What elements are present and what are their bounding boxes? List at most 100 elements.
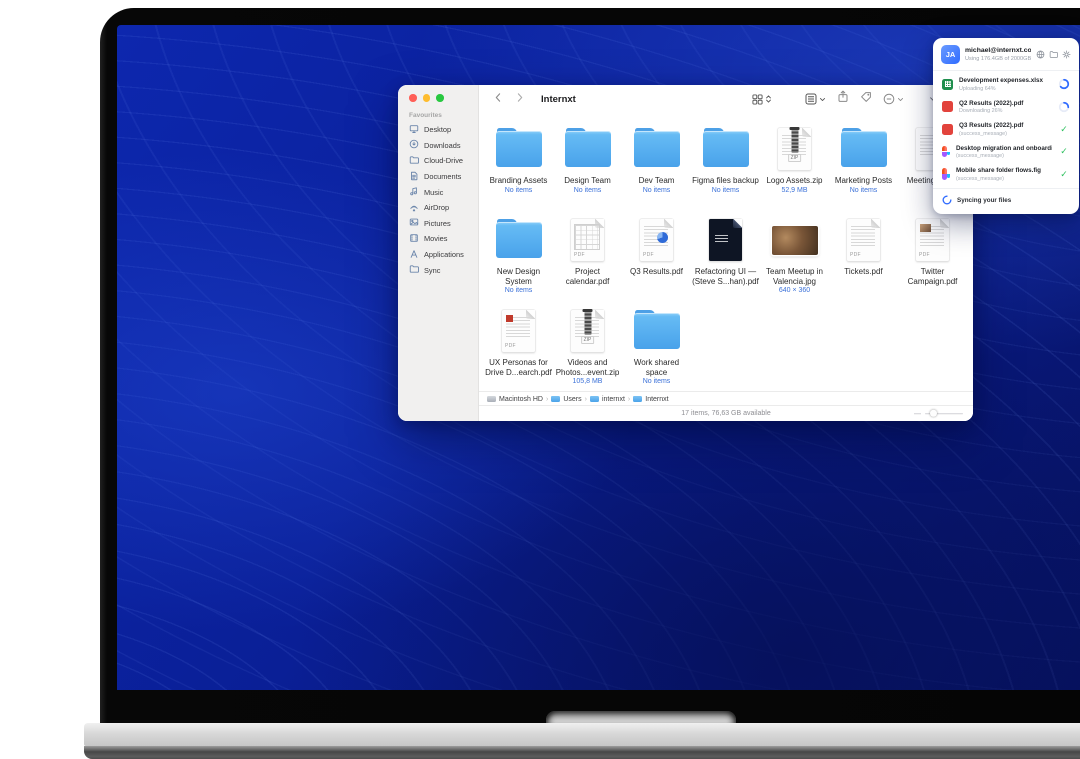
file-item[interactable]: PDF Twitter Campaign.pdf bbox=[898, 216, 967, 307]
sidebar-item-airdrop[interactable]: AirDrop bbox=[398, 200, 478, 216]
sync-spinner-icon bbox=[942, 195, 952, 207]
pdf-file-icon: PDF bbox=[916, 219, 949, 261]
laptop-deck-edge bbox=[84, 746, 1080, 759]
file-item[interactable]: PDFProject calendar.pdf bbox=[553, 216, 622, 307]
sidebar-item-label: Applications bbox=[424, 250, 464, 259]
folder-icon[interactable] bbox=[1049, 46, 1058, 64]
sidebar-item-label: Cloud-Drive bbox=[424, 156, 463, 165]
share-icon[interactable] bbox=[837, 90, 849, 108]
file-name: Team Meetup in Valencia.jpg bbox=[761, 267, 829, 286]
image-thumbnail bbox=[772, 226, 818, 255]
fig-file-icon bbox=[942, 168, 950, 180]
file-item[interactable]: New Design SystemNo items bbox=[484, 216, 553, 307]
chevron-right-icon: › bbox=[546, 396, 548, 403]
breadcrumb: Macintosh HD›Users›internxt›Internxt bbox=[479, 391, 973, 406]
sync-item[interactable]: Q3 Results (2022).pdf(success_message)✓ bbox=[933, 118, 1079, 141]
downloads-icon bbox=[409, 139, 419, 151]
file-name: Logo Assets.zip bbox=[766, 176, 822, 186]
file-item[interactable]: Branding AssetsNo items bbox=[484, 125, 553, 216]
fig-file-icon bbox=[942, 146, 950, 158]
file-name: New Design System bbox=[485, 267, 553, 286]
zoom-window-button[interactable] bbox=[436, 94, 444, 102]
sidebar-item-cloud-drive[interactable]: Cloud-Drive bbox=[398, 153, 478, 169]
sidebar-item-sync[interactable]: Sync bbox=[398, 262, 478, 278]
sync-item-status: (success_message) bbox=[959, 131, 1052, 137]
sidebar-item-label: Downloads bbox=[424, 141, 461, 150]
icon-size-slider[interactable] bbox=[914, 413, 963, 415]
sync-item[interactable]: Q2 Results (2022).pdfDownloading 26% bbox=[933, 96, 1079, 119]
file-item[interactable]: Team Meetup in Valencia.jpg640 × 360 bbox=[760, 216, 829, 307]
breadcrumb-item[interactable]: Internxt bbox=[633, 396, 668, 403]
file-item[interactable]: Figma files backupNo items bbox=[691, 125, 760, 216]
file-item[interactable]: PDFTickets.pdf bbox=[829, 216, 898, 307]
file-subtitle: 640 × 360 bbox=[779, 287, 810, 294]
view-options-button[interactable] bbox=[752, 94, 772, 105]
file-subtitle: 105,8 MB bbox=[573, 378, 603, 385]
file-name: Twitter Campaign.pdf bbox=[899, 267, 967, 286]
pictures-icon bbox=[409, 217, 419, 229]
file-name: Videos and Photos...event.zip bbox=[554, 358, 622, 377]
file-item[interactable]: Dev TeamNo items bbox=[622, 125, 691, 216]
close-window-button[interactable] bbox=[409, 94, 417, 102]
zip-file-icon: ZIP bbox=[571, 310, 604, 352]
slider-knob[interactable] bbox=[930, 410, 937, 417]
sync-item-name: Development expenses.xlsx bbox=[959, 77, 1052, 84]
file-item[interactable]: PDF UX Personas for Drive D...earch.pdf bbox=[484, 307, 553, 391]
file-item[interactable]: Work shared spaceNo items bbox=[622, 307, 691, 391]
sync-item[interactable]: Mobile share folder flows.fig (success_me… bbox=[933, 163, 1079, 186]
sidebar-item-label: Movies bbox=[424, 234, 447, 243]
pdf-file-icon bbox=[942, 101, 953, 112]
applications-icon bbox=[409, 249, 419, 261]
minimize-window-button[interactable] bbox=[423, 94, 431, 102]
back-icon[interactable] bbox=[493, 90, 504, 108]
file-item[interactable]: Design TeamNo items bbox=[553, 125, 622, 216]
sync-item-status: (success_message) bbox=[956, 176, 1052, 182]
globe-icon[interactable] bbox=[1036, 46, 1045, 64]
sidebar-section-label: Favourites bbox=[409, 112, 478, 119]
tag-icon[interactable] bbox=[860, 90, 872, 108]
file-item[interactable]: ZIPLogo Assets.zip52,9 MB bbox=[760, 125, 829, 216]
sidebar-item-music[interactable]: Music bbox=[398, 184, 478, 200]
sidebar-item-downloads[interactable]: Downloads bbox=[398, 138, 478, 154]
sync-item-name: Desktop migration and onboardi... bbox=[956, 145, 1052, 152]
finder-content: Internxt bbox=[479, 85, 973, 421]
sidebar-item-applications[interactable]: Applications bbox=[398, 247, 478, 263]
file-item[interactable]: PDFQ3 Results.pdf bbox=[622, 216, 691, 307]
file-name: Work shared space bbox=[623, 358, 691, 377]
file-name: Dev Team bbox=[639, 176, 675, 186]
pdf-file-icon: PDF bbox=[502, 310, 535, 352]
breadcrumb-item[interactable]: Macintosh HD bbox=[487, 396, 543, 403]
window-controls bbox=[409, 94, 444, 102]
folder-icon bbox=[590, 396, 599, 403]
forward-icon[interactable] bbox=[514, 90, 525, 108]
pdf-file-icon: PDF bbox=[571, 219, 604, 261]
pdf-file-icon: PDF bbox=[847, 219, 880, 261]
sync-item[interactable]: Desktop migration and onboardi...(succes… bbox=[933, 141, 1079, 164]
file-item[interactable]: ZIP Videos and Photos...event.zip105,8 MB bbox=[553, 307, 622, 391]
file-item[interactable]: Refactoring UI — (Steve S...han).pdf bbox=[691, 216, 760, 307]
sidebar-item-documents[interactable]: Documents bbox=[398, 169, 478, 185]
breadcrumb-label: Users bbox=[563, 396, 581, 403]
chevron-right-icon: › bbox=[628, 396, 630, 403]
sync-item-name: Mobile share folder flows.fig bbox=[956, 167, 1052, 174]
sync-status-footer: Syncing your files bbox=[933, 188, 1079, 214]
status-bar: 17 items, 76,63 GB available bbox=[479, 405, 973, 421]
sync-item[interactable]: Development expenses.xlsxUploading 64% bbox=[933, 73, 1079, 96]
check-icon: ✓ bbox=[1058, 125, 1070, 134]
breadcrumb-item[interactable]: Users bbox=[551, 396, 581, 403]
sidebar-item-pictures[interactable]: Pictures bbox=[398, 216, 478, 232]
gear-icon[interactable] bbox=[1062, 46, 1071, 64]
file-name: UX Personas for Drive D...earch.pdf bbox=[485, 358, 553, 377]
sidebar-item-desktop[interactable]: Desktop bbox=[398, 122, 478, 138]
sidebar-item-movies[interactable]: Movies bbox=[398, 231, 478, 247]
file-subtitle: No items bbox=[643, 187, 671, 194]
group-by-button[interactable] bbox=[805, 93, 826, 105]
file-item[interactable]: Marketing PostsNo items bbox=[829, 125, 898, 216]
pdf-file-icon bbox=[709, 219, 742, 261]
sync-item-name: Q2 Results (2022).pdf bbox=[959, 100, 1052, 107]
chevron-down-icon bbox=[897, 96, 904, 103]
action-menu-button[interactable] bbox=[883, 93, 904, 105]
breadcrumb-item[interactable]: internxt bbox=[590, 396, 625, 403]
storage-usage: Using 176.4GB of 2000GB bbox=[965, 56, 1031, 62]
laptop-deck bbox=[84, 723, 1080, 746]
